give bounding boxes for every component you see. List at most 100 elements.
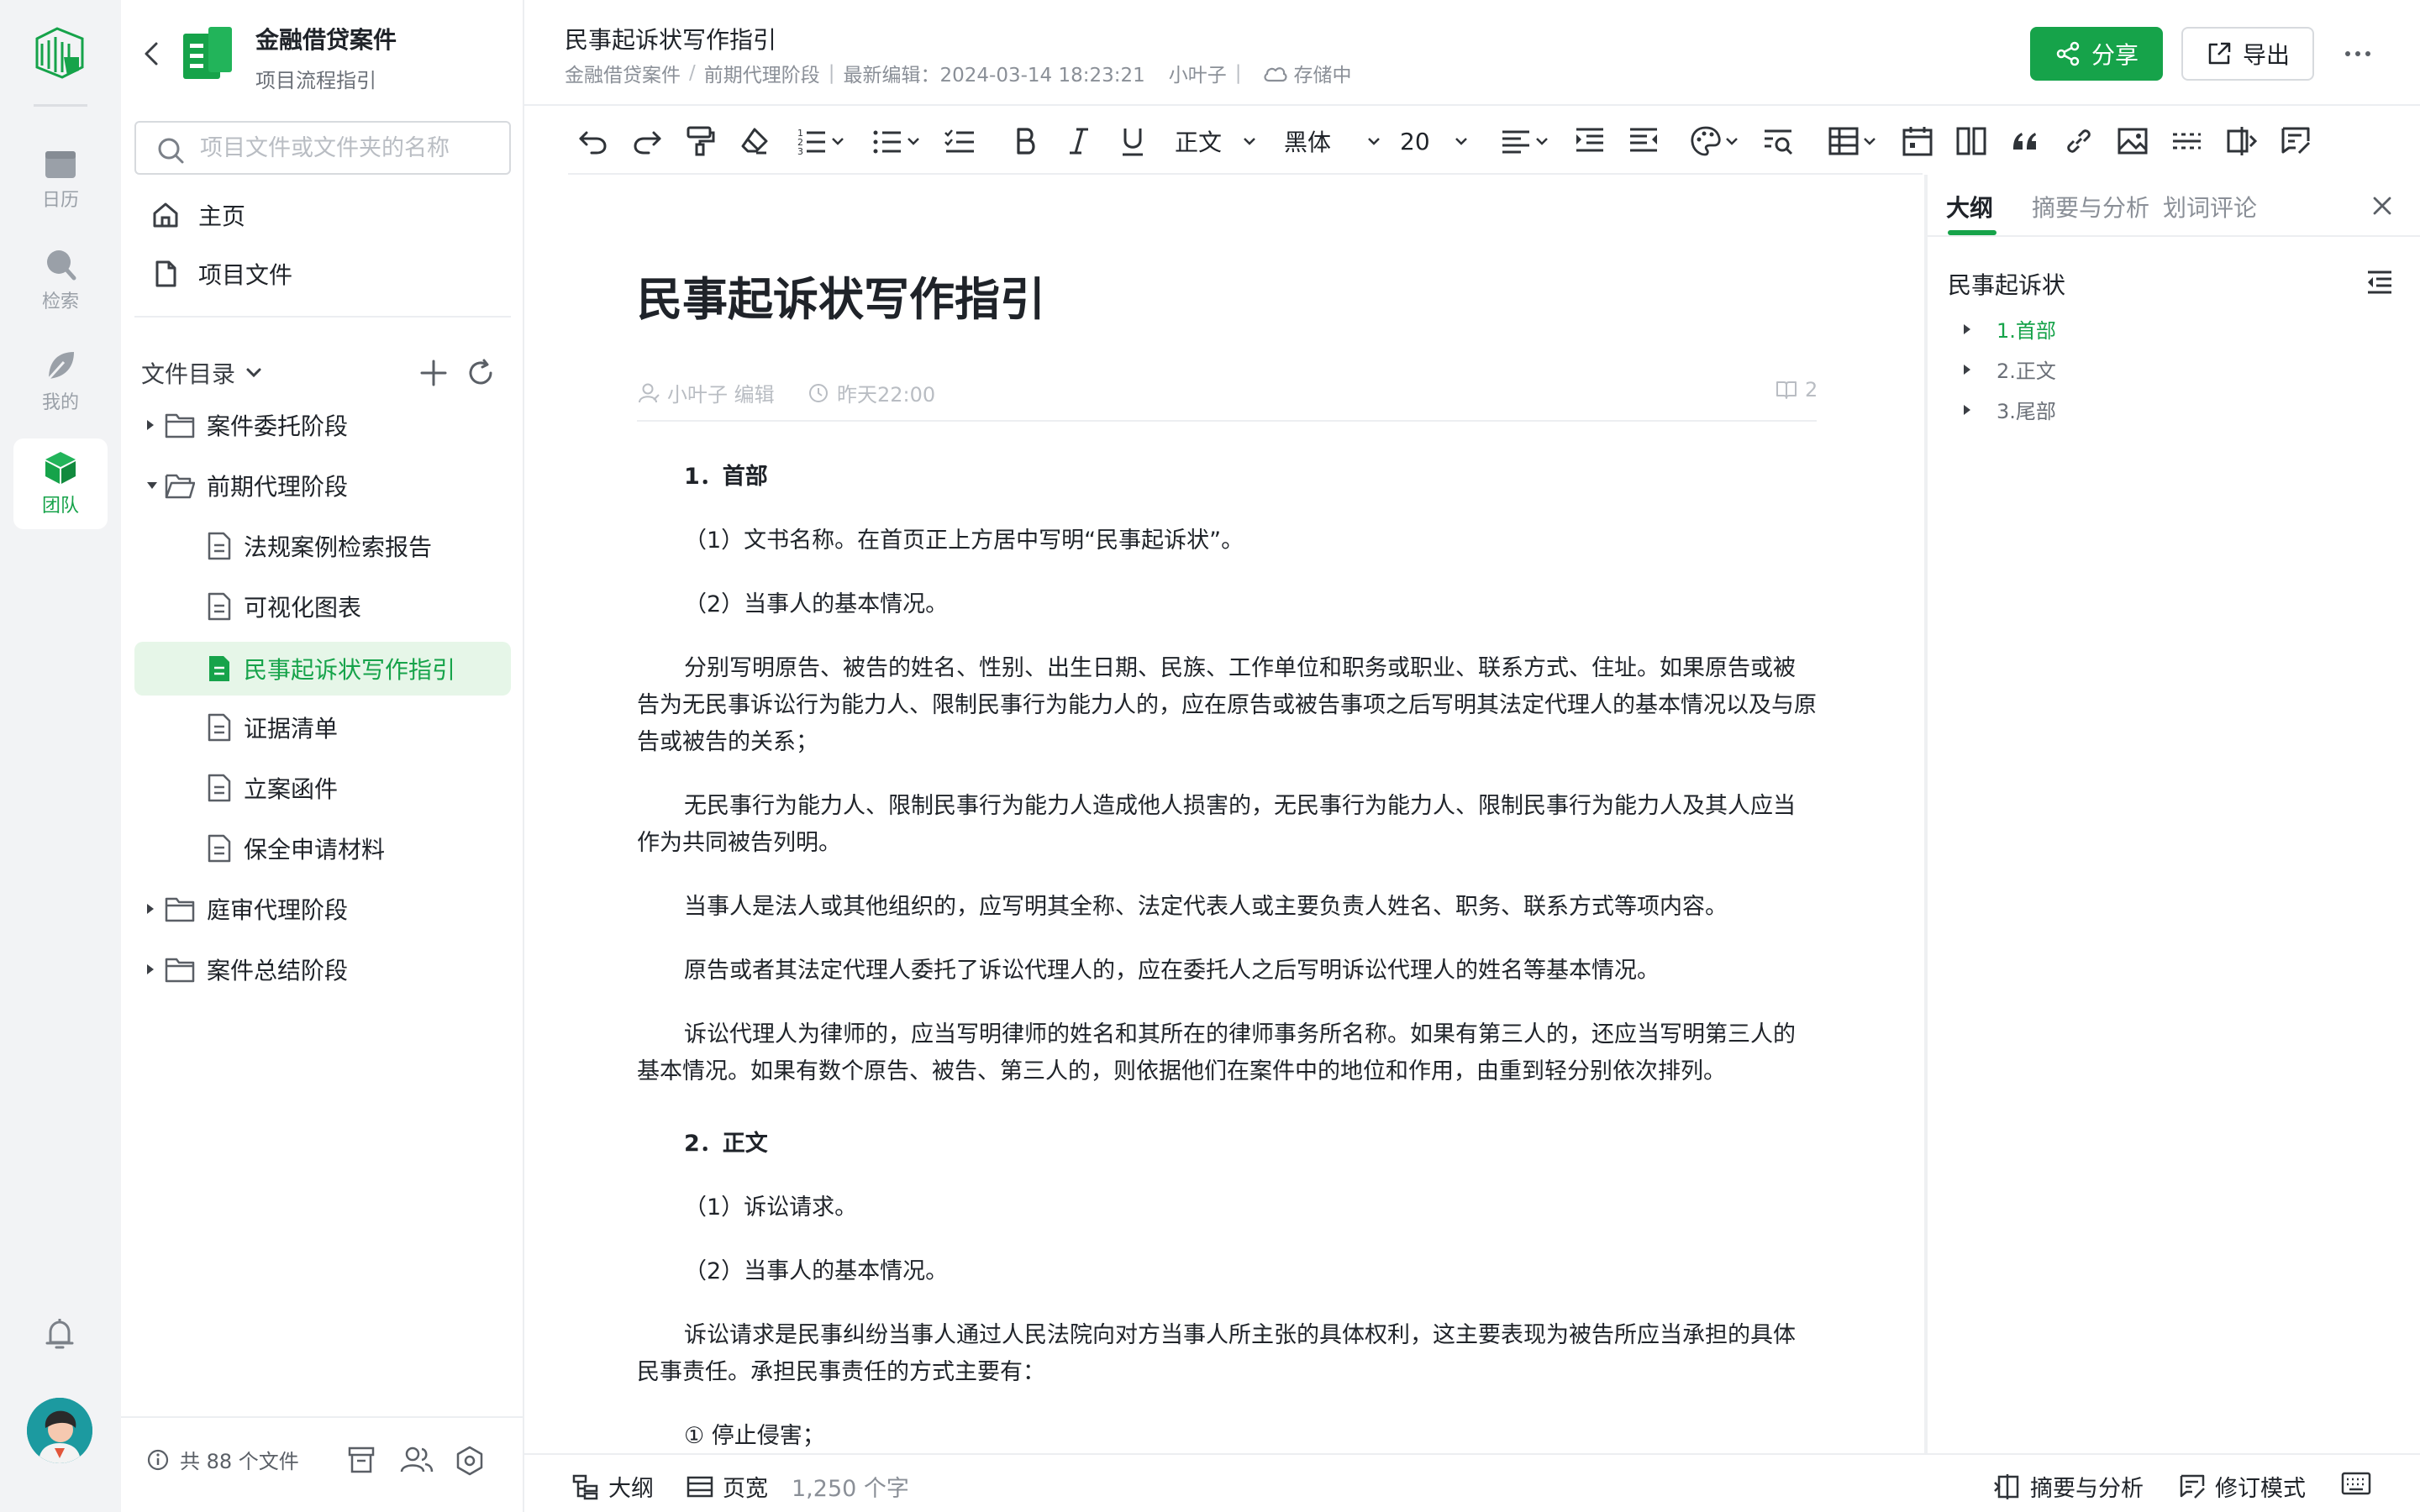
rail-item-team[interactable]: 团队 xyxy=(13,438,108,529)
outline-node-footer[interactable]: 3.尾部 xyxy=(1961,395,2056,424)
comment-edit-icon[interactable] xyxy=(2279,124,2312,158)
columns-icon[interactable] xyxy=(1954,124,1988,158)
rail-item-label: 检索 xyxy=(41,291,79,312)
nav-project-files[interactable]: 项目文件 xyxy=(151,250,504,297)
outline-toggle[interactable]: 大纲 xyxy=(571,1470,654,1503)
find-replace-icon[interactable] xyxy=(1761,124,1795,158)
tab-summary-analysis[interactable]: 摘要与分析 xyxy=(2032,190,2149,223)
caret-right-icon[interactable] xyxy=(1961,402,1978,417)
status-bar: 大纲 页宽 1,250 个字 摘要与分析 修订模式 xyxy=(524,1453,2420,1512)
font-size-value: 20 xyxy=(1400,127,1430,155)
reader-count[interactable]: 2 xyxy=(1775,378,1818,402)
user-avatar[interactable] xyxy=(27,1398,92,1463)
format-painter-icon[interactable] xyxy=(684,124,718,158)
caret-right-icon[interactable] xyxy=(1961,362,1978,377)
caret-right-icon[interactable] xyxy=(145,901,165,916)
document-header: 民事起诉状写作指引 金融借贷案件 / 前期代理阶段 | 最新编辑：2024-03… xyxy=(524,0,2420,106)
outline-panel: 大纲 摘要与分析 划词评论 民事起诉状 1.首部 2.正文 3.尾部 xyxy=(1924,175,2420,1453)
align-left-icon xyxy=(1502,130,1529,154)
page-width-label: 页宽 xyxy=(723,1476,768,1502)
bold-icon[interactable] xyxy=(1008,124,1042,158)
tree-doc-complaint-guide[interactable]: 民事起诉状写作指引 xyxy=(134,642,511,696)
page-width-toggle[interactable]: 页宽 xyxy=(686,1470,768,1503)
tree-doc-visual-chart[interactable]: 可视化图表 xyxy=(134,580,511,633)
document-editor[interactable]: 民事起诉状写作指引 小叶子 编辑 昨天22:00 2 1．首部 （1）文书名称。… xyxy=(524,175,1924,1453)
keyboard-shortcuts-icon[interactable] xyxy=(2341,1470,2371,1497)
more-options-icon[interactable] xyxy=(2343,40,2373,67)
revision-mode-toggle[interactable]: 修订模式 xyxy=(2178,1470,2306,1503)
document-body[interactable]: 1．首部 （1）文书名称。在首页正上方居中写明“民事起诉状”。 （2）当事人的基… xyxy=(637,452,1817,1453)
numbered-list-dropdown[interactable]: 123 xyxy=(795,124,847,158)
image-icon[interactable] xyxy=(2116,124,2149,158)
export-button[interactable]: 导出 xyxy=(2181,27,2314,81)
book-icon xyxy=(1776,381,1797,399)
add-file-icon[interactable] xyxy=(418,358,449,388)
divider-line-icon[interactable] xyxy=(2170,124,2203,158)
tree-folder-case-entrust[interactable]: 案件委托阶段 xyxy=(134,398,511,452)
breadcrumb-item[interactable]: 前期代理阶段 xyxy=(704,59,820,87)
color-palette-dropdown[interactable] xyxy=(1689,124,1741,158)
undo-icon[interactable] xyxy=(576,124,610,158)
tab-word-comments[interactable]: 划词评论 xyxy=(2163,190,2257,223)
underline-icon[interactable] xyxy=(1116,124,1150,158)
font-size-select[interactable]: 20 xyxy=(1400,124,1470,158)
quote-icon[interactable] xyxy=(2008,124,2042,158)
tree-folder-early-agency[interactable]: 前期代理阶段 xyxy=(134,459,511,512)
tree-doc-filing-letter[interactable]: 立案函件 xyxy=(134,761,511,815)
back-chevron-icon[interactable] xyxy=(141,40,161,67)
tree-folder-case-summary[interactable]: 案件总结阶段 xyxy=(134,942,511,996)
members-icon[interactable] xyxy=(400,1445,434,1475)
tree-doc-regulation-report[interactable]: 法规案例检索报告 xyxy=(134,519,511,573)
nav-home[interactable]: 主页 xyxy=(151,192,504,239)
align-dropdown[interactable] xyxy=(1499,124,1551,158)
directory-header[interactable]: 文件目录 xyxy=(141,356,264,390)
caret-right-icon[interactable] xyxy=(145,417,165,433)
redo-icon[interactable] xyxy=(630,124,664,158)
tree-item-label: 法规案例检索报告 xyxy=(244,533,433,561)
caret-down-icon[interactable] xyxy=(145,480,165,491)
tree-folder-trial-agency[interactable]: 庭审代理阶段 xyxy=(134,882,511,936)
archive-icon[interactable] xyxy=(346,1445,376,1475)
indent-decrease-icon[interactable] xyxy=(1627,124,1660,158)
rail-item-label: 团队 xyxy=(41,496,79,517)
save-status-label: 存储中 xyxy=(1293,65,1352,87)
outline-root[interactable]: 民事起诉状 xyxy=(1948,267,2065,301)
outline-node-body[interactable]: 2.正文 xyxy=(1961,354,2056,384)
calendar-icon xyxy=(45,151,76,178)
caret-right-icon[interactable] xyxy=(1961,322,1978,337)
italic-icon[interactable] xyxy=(1062,124,1096,158)
outline-collapse-icon[interactable] xyxy=(2365,267,2395,297)
tree-doc-preservation[interactable]: 保全申请材料 xyxy=(134,822,511,875)
font-family-select[interactable]: 黑体 xyxy=(1284,124,1383,158)
compare-view-icon[interactable] xyxy=(2225,124,2259,158)
revision-mode-label: 修订模式 xyxy=(2215,1476,2306,1502)
bullet-list-dropdown[interactable] xyxy=(871,124,923,158)
file-count-label: 共 88 个文件 xyxy=(180,1450,299,1473)
notification-bell-icon[interactable] xyxy=(40,1315,79,1354)
link-icon[interactable] xyxy=(2062,124,2096,158)
tab-outline[interactable]: 大纲 xyxy=(1946,190,1993,223)
settings-icon[interactable] xyxy=(454,1445,486,1477)
rail-item-calendar[interactable]: 日历 xyxy=(13,134,108,225)
file-search-input[interactable] xyxy=(200,131,494,165)
eraser-icon[interactable] xyxy=(738,124,771,158)
refresh-icon[interactable] xyxy=(466,358,496,388)
summary-analysis-toggle[interactable]: 摘要与分析 xyxy=(1993,1470,2144,1503)
outline-node-header[interactable]: 1.首部 xyxy=(1961,314,2056,344)
close-icon[interactable] xyxy=(2371,195,2393,217)
rail-item-mine[interactable]: 我的 xyxy=(13,336,108,427)
nav-project-files-label: 项目文件 xyxy=(198,261,293,289)
indent-increase-icon[interactable] xyxy=(1573,124,1607,158)
paragraph: （2）当事人的基本情况。 xyxy=(684,591,949,617)
breadcrumb-item[interactable]: 金融借贷案件 xyxy=(565,59,681,87)
rail-item-search[interactable]: 检索 xyxy=(13,235,108,326)
caret-right-icon[interactable] xyxy=(145,962,165,977)
share-button[interactable]: 分享 xyxy=(2030,27,2163,81)
chevron-down-icon xyxy=(1864,138,1876,145)
paragraph-style-select[interactable]: 正文 xyxy=(1175,124,1259,158)
tree-doc-evidence-list[interactable]: 证据清单 xyxy=(134,701,511,754)
date-icon[interactable] xyxy=(1901,124,1934,158)
paragraph: 诉讼代理人为律师的，应当写明律师的姓名和其所在的律师事务所名称。如果有第三人的，… xyxy=(637,1021,1796,1084)
checklist-icon[interactable] xyxy=(943,124,976,158)
table-dropdown[interactable] xyxy=(1827,124,1879,158)
